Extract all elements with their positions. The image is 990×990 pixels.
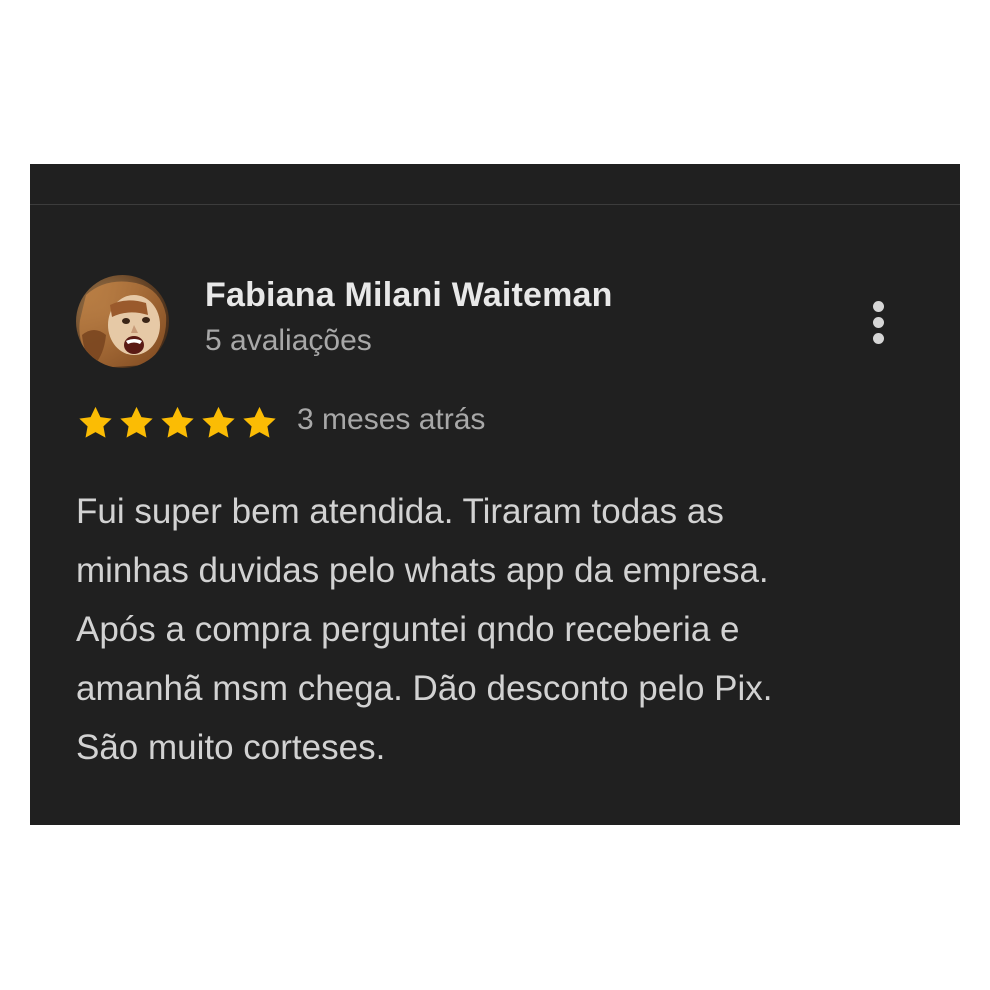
review-text-line: amanhã msm chega. Dão desconto pelo Pix. [76, 669, 773, 708]
review-date: 3 meses atrás [297, 403, 486, 436]
review-text: Fui super bem atendida. Tiraram todas as… [76, 482, 916, 777]
avatar[interactable] [76, 275, 169, 368]
review-count[interactable]: 5 avaliações [205, 324, 372, 358]
star-icon [240, 404, 279, 442]
review-text-line: Após a compra perguntei qndo receberia e [76, 610, 740, 649]
review-card: Fabiana Milani Waiteman 5 avaliações 3 m… [30, 164, 960, 825]
more-vert-icon [872, 316, 884, 328]
more-vert-icon [872, 332, 884, 344]
review-text-line: São muito corteses. [76, 728, 386, 767]
divider [30, 204, 960, 205]
star-icon [117, 404, 156, 442]
more-options-button[interactable] [858, 294, 898, 350]
star-rating [76, 404, 279, 442]
star-icon [158, 404, 197, 442]
more-vert-icon [872, 300, 884, 312]
review-text-line: minhas duvidas pelo whats app da empresa… [76, 551, 769, 590]
star-icon [199, 404, 238, 442]
star-icon [76, 404, 115, 442]
review-text-line: Fui super bem atendida. Tiraram todas as [76, 492, 724, 531]
avatar-image [76, 275, 169, 368]
reviewer-name[interactable]: Fabiana Milani Waiteman [205, 276, 613, 315]
